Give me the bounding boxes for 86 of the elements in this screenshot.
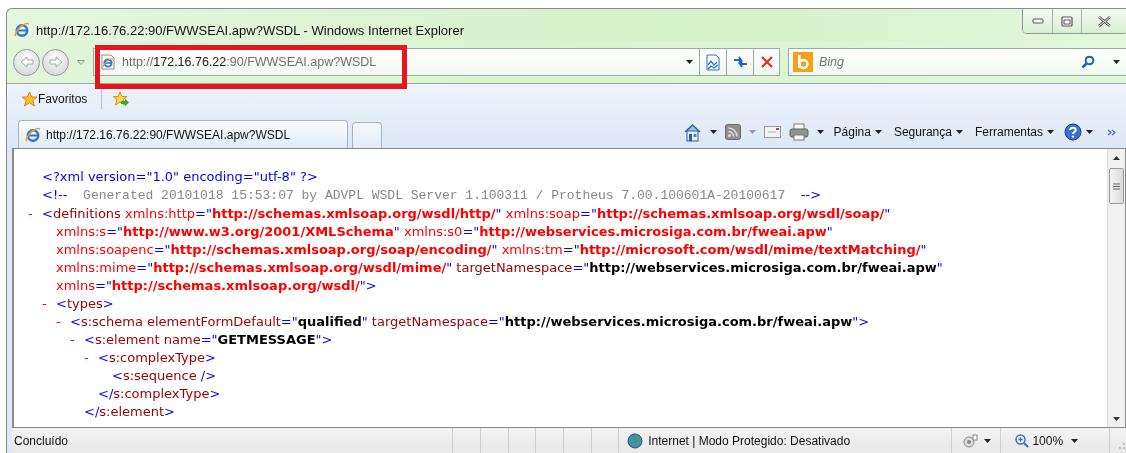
menu-button[interactable]: Ferramentas [968, 120, 1060, 144]
code-line: <definitions xmlns:http="http://schemas.xmlsoap.org/wsdl/http/" xmlns:soap="http://schemas.xmlsoap.org/wsdl/soap/" [42, 205, 892, 223]
stop-button[interactable] [753, 48, 780, 76]
globe-icon [627, 432, 644, 449]
collapse-toggle[interactable]: - [70, 331, 84, 421]
star-icon [21, 91, 38, 107]
status-text: Concluído [14, 433, 69, 448]
caret-icon [1113, 416, 1120, 421]
code-line: </s:complexType> [98, 385, 222, 403]
caret-icon [955, 130, 963, 134]
privacy-button[interactable] [961, 432, 978, 449]
privacy-dropdown-button[interactable] [983, 438, 991, 443]
minimize-button[interactable] [1023, 9, 1052, 33]
maximize-button[interactable] [1052, 9, 1081, 33]
bing-logo-icon [793, 52, 813, 72]
broken-page-icon [705, 53, 721, 71]
caret-icon [983, 438, 991, 443]
close-button[interactable] [1081, 9, 1126, 33]
add-favorite-button[interactable] [112, 91, 131, 107]
home-icon [682, 122, 702, 142]
code-line: <!-- Generated 20101018 15:53:07 by ADVPL WSDL Server 1.100311 / Protheus 7.00.100601A-20100617 --> [42, 186, 823, 205]
caret-icon [1047, 130, 1054, 134]
ie-logo-icon [14, 22, 30, 38]
refresh-icon [731, 55, 749, 69]
refresh-button[interactable] [726, 48, 753, 76]
collapse-toggle[interactable]: - [28, 205, 42, 421]
caret-icon [1113, 60, 1120, 64]
code-line: <s:complexType> [98, 349, 217, 367]
code-line: xmlns:soapenc="http://schemas.xmlsoap.org/soap/encoding/" xmlns:tm="http://microsoft.com/wsdl/mime/textMatching/" [55, 241, 928, 259]
zoom-icon [1015, 433, 1030, 448]
caret-icon [748, 130, 756, 134]
code-line: <s:element name="GETMESSAGE"> [84, 331, 334, 349]
chevron-icon [1107, 128, 1116, 136]
collapse-toggle[interactable]: - [42, 295, 56, 421]
minimize-icon [1031, 18, 1044, 24]
collapse-toggle[interactable]: - [84, 349, 98, 403]
code-line: </s:element> [84, 403, 176, 421]
collapse-toggle[interactable]: - [56, 313, 70, 421]
code-line: <?xml version="1.0" encoding="utf-8" ?> [42, 168, 319, 186]
resize-grip-icon [1116, 440, 1126, 450]
grip-icon [1113, 182, 1120, 190]
right-arrow-icon [48, 56, 63, 68]
privacy-icon [961, 432, 978, 449]
zone-text: Internet | Modo Protegido: Desativado [648, 433, 851, 448]
star-arrow-icon [112, 91, 131, 107]
caret-icon [816, 130, 824, 134]
maximize-icon [1061, 15, 1073, 27]
forward-button[interactable] [42, 48, 69, 76]
url-text: http://172.16.76.22:90/FWWSEAI.apw?WSDL [122, 55, 377, 69]
code-line: <s:sequence /> [112, 367, 218, 385]
menu-button[interactable]: Página [827, 120, 888, 144]
code-line: <types> [56, 295, 115, 313]
favorites-button[interactable]: Favoritos [21, 91, 88, 107]
window-title: http://172.16.76.22:90/FWWSEAI.apw?WSDL - Windows Internet Explorer [36, 22, 464, 38]
menu-button[interactable]: Segurança [887, 120, 969, 144]
zoom-dropdown-button[interactable] [1071, 438, 1079, 443]
search-field[interactable]: Bing [819, 55, 1069, 69]
caret-icon [77, 59, 85, 65]
search-box[interactable]: Bing [788, 48, 1126, 76]
caret-icon [1086, 130, 1093, 134]
up-arrow-icon [1113, 155, 1120, 160]
mail-icon [763, 126, 781, 138]
back-button[interactable] [13, 48, 40, 76]
code-line: xmlns:mime="http://schemas.xmlsoap.org/wsdl/mime/" targetNamespace="http://webservices.microsiga.com.br/fweai.apw" [55, 259, 944, 277]
printer-icon [788, 123, 809, 141]
caret-icon [686, 60, 693, 64]
close-icon [1098, 15, 1111, 27]
compatibility-view-button[interactable] [699, 48, 726, 76]
zoom-button[interactable]: 100% [1015, 433, 1064, 448]
code-line: xmlns:s="http://www.w3.org/2001/XMLSchema" xmlns:s0="http://webservices.microsiga.com.br/fweai.apw" [55, 223, 834, 241]
tab[interactable]: http://172.16.76.22:90/FWWSEAI.apw?WSDL [18, 120, 348, 148]
history-dropdown-button[interactable] [77, 59, 85, 65]
scroll-thumb[interactable] [1109, 168, 1124, 204]
stop-icon [760, 56, 773, 68]
code-line: <s:schema elementFormDefault="qualified" targetNamespace="http://webservices.microsiga.com.br/fweai.apw"> [70, 313, 871, 331]
feed-icon [724, 124, 741, 140]
caret-icon [1071, 438, 1079, 443]
address-field[interactable]: http://172.16.76.22:90/FWWSEAI.apw?WSDL [93, 48, 699, 76]
help-icon [1064, 123, 1082, 141]
code-line: xmlns="http://schemas.xmlsoap.org/wsdl/"> [55, 277, 378, 295]
caret-icon [874, 130, 882, 134]
caret-icon [709, 130, 717, 134]
search-icon [1081, 55, 1095, 69]
page-icon [100, 54, 116, 70]
left-arrow-icon [19, 56, 34, 68]
ie-logo-icon [25, 126, 41, 143]
